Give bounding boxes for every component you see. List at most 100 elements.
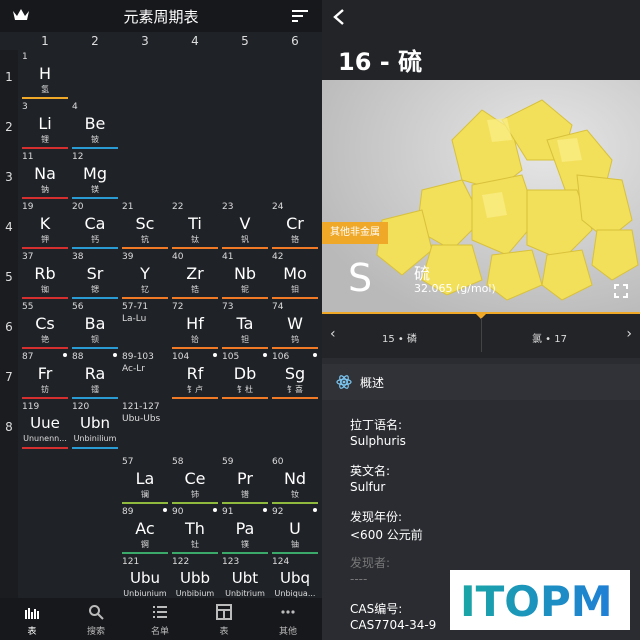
element-cell[interactable]: 23 V 钒 [220, 200, 270, 250]
element-cell[interactable]: 105 Db 钅杜 [220, 350, 270, 400]
element-symbol: Sc [135, 214, 155, 233]
tab-list-label: 名单 [150, 627, 169, 637]
element-cell[interactable]: 58 Ce 铈 [170, 455, 220, 505]
element-cell[interactable]: 90 Th 钍 [170, 505, 220, 555]
row-number: 6 [5, 320, 13, 334]
category-bar [222, 347, 268, 349]
series-range-cell[interactable]: 121-127 Ubu-Ubs [120, 400, 170, 450]
element-cell[interactable]: 24 Cr 铬 [270, 200, 320, 250]
element-cell[interactable]: 22 Ti 钛 [170, 200, 220, 250]
element-cell[interactable]: 12 Mg 镁 [70, 150, 120, 200]
element-cell[interactable]: 88 Ra 镭 [70, 350, 120, 400]
element-cell[interactable]: 72 Hf 铪 [170, 300, 220, 350]
element-symbol: Ti [188, 214, 202, 233]
sort-icon[interactable] [292, 9, 308, 23]
series-range-cell[interactable]: 57-71 La-Lu [120, 300, 170, 350]
series-range-cell[interactable]: 89-103 Ac-Lr [120, 350, 170, 400]
element-cell[interactable]: 73 Ta 钽 [220, 300, 270, 350]
prev-element-link[interactable]: 15 • 磷 [382, 330, 417, 345]
element-cell[interactable]: 55 Cs 铯 [20, 300, 70, 350]
tab-search-label: 搜索 [86, 627, 105, 637]
element-cell[interactable]: 39 Y 钇 [120, 250, 170, 300]
category-bar [172, 297, 218, 299]
element-name: 钇 [141, 285, 149, 294]
tab-table[interactable]: 表 [0, 598, 64, 640]
element-name: 钍 [191, 540, 199, 549]
field-label: CAS编号: [350, 602, 403, 616]
atomic-number: 55 [22, 302, 34, 312]
element-cell[interactable]: 11 Na 钠 [20, 150, 70, 200]
atomic-number: 122 [172, 557, 190, 567]
element-cell[interactable]: 56 Ba 钡 [70, 300, 120, 350]
atomic-number: 24 [272, 202, 284, 212]
element-symbol: Pa [235, 519, 255, 538]
element-cell[interactable]: 120 Ubn Unbinilium [70, 400, 120, 450]
tab-list[interactable]: 名单 [128, 598, 192, 640]
element-cell[interactable]: 4 Be 铍 [70, 100, 120, 150]
tab-more[interactable]: 其他 [256, 598, 320, 640]
element-cell[interactable]: 119 Uue Ununenn... [20, 400, 70, 450]
back-arrow-icon[interactable] [332, 8, 346, 26]
element-cell[interactable]: 21 Sc 钪 [120, 200, 170, 250]
nav-divider [481, 318, 482, 352]
atomic-number: 38 [72, 252, 84, 262]
next-chevron-icon[interactable]: › [626, 326, 632, 342]
prev-chevron-icon[interactable]: ‹ [330, 326, 336, 342]
category-bar [122, 552, 168, 554]
element-cell[interactable]: 92 U 铀 [270, 505, 320, 555]
row-number: 7 [5, 370, 13, 384]
element-cell[interactable]: 87 Fr 钫 [20, 350, 70, 400]
element-name: 钕 [291, 490, 299, 499]
field-latin-name: 拉丁语名: Sulphuris [350, 416, 406, 448]
element-cell[interactable]: 57 La 镧 [120, 455, 170, 505]
category-bar [272, 397, 318, 399]
element-cell[interactable]: 20 Ca 钙 [70, 200, 120, 250]
element-symbol: Nd [283, 469, 307, 488]
atomic-number: 40 [172, 252, 184, 262]
element-cell[interactable]: 89 Ac 锕 [120, 505, 170, 555]
element-cell[interactable]: 1H氢 [20, 50, 70, 100]
element-name: 镭 [91, 385, 99, 394]
element-cell[interactable]: 74 W 钨 [270, 300, 320, 350]
element-symbol: Zr [186, 264, 204, 283]
tab-grid[interactable]: 表 [192, 598, 256, 640]
element-name: 铯 [41, 335, 49, 344]
column-number: 3 [141, 34, 149, 48]
element-cell[interactable]: 104 Rf 钅卢 [170, 350, 220, 400]
element-cell[interactable]: 37 Rb 铷 [20, 250, 70, 300]
element-cell[interactable]: 42 Mo 钼 [270, 250, 320, 300]
radioactive-dot-icon [263, 353, 267, 357]
atomic-number: 42 [272, 252, 284, 262]
element-cell[interactable]: 59 Pr 镨 [220, 455, 270, 505]
element-cell[interactable]: 38 Sr 锶 [70, 250, 120, 300]
element-cell[interactable]: 91 Pa 镤 [220, 505, 270, 555]
element-cell[interactable]: 19 K 钾 [20, 200, 70, 250]
atomic-number: 104 [172, 352, 190, 362]
atomic-number: 4 [72, 102, 78, 112]
tab-search[interactable]: 搜索 [64, 598, 128, 640]
category-bar [72, 447, 118, 449]
column-number: 2 [91, 34, 99, 48]
element-cell[interactable]: 40 Zr 锆 [170, 250, 220, 300]
periodic-table-panel: 元素周期表 123456 12345678 1 H 氢 3 Li 锂 4 Be 铍 11 Na 钠 12… [0, 0, 322, 640]
element-cell[interactable]: 3 Li 锂 [20, 100, 70, 150]
row-number: 5 [5, 270, 13, 284]
search-icon [89, 605, 104, 620]
app-title: 元素周期表 [123, 8, 199, 26]
element-cell[interactable]: 60 Nd 钕 [270, 455, 320, 505]
fullscreen-icon[interactable] [614, 284, 628, 298]
category-bar [172, 247, 218, 249]
screen: 元素周期表 123456 12345678 1 H 氢 3 Li 锂 4 Be 铍 11 Na 钠 12… [0, 0, 640, 640]
element-name: 钅卢 [187, 385, 203, 394]
category-bar [72, 197, 118, 199]
element-symbol: La [135, 469, 155, 488]
element-cell[interactable]: 41 Nb 铌 [220, 250, 270, 300]
element-symbol: Cs [35, 314, 55, 333]
category-bar [72, 397, 118, 399]
overview-section-header[interactable]: 概述 [322, 364, 640, 400]
element-cell[interactable]: 106 Sg 钅喜 [270, 350, 320, 400]
next-element-link[interactable]: 氯 • 17 [532, 330, 567, 345]
atomic-number: 72 [172, 302, 184, 312]
category-badge: 其他非金属 [322, 222, 388, 244]
category-bar [222, 247, 268, 249]
